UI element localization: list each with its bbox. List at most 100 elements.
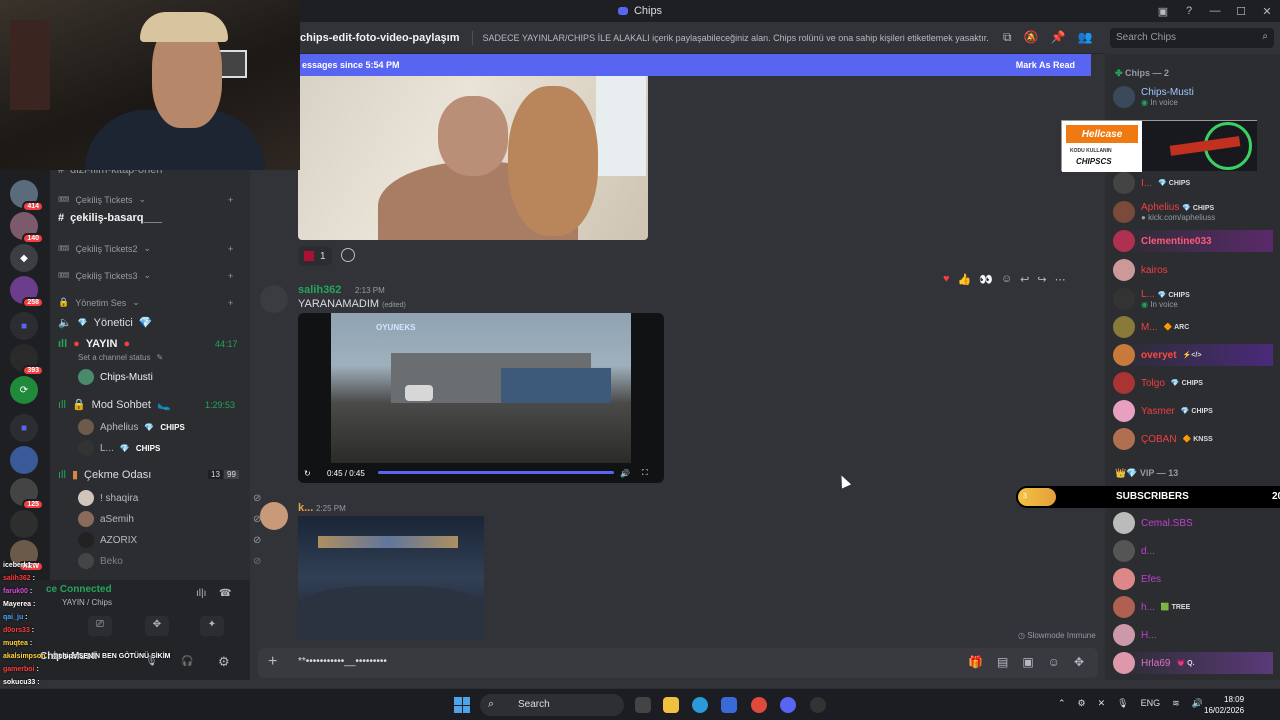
channel-status[interactable]: Set a channel status ✎	[78, 353, 163, 362]
avatar[interactable]	[260, 502, 288, 530]
pin-icon[interactable]: 📌	[1051, 30, 1066, 45]
taskbar-search[interactable]: ⌕ Search	[480, 694, 624, 716]
server-icon[interactable]: 414	[10, 180, 44, 212]
tray-app-icon[interactable]: ⚙	[1078, 698, 1086, 709]
message-image-attachment[interactable]	[298, 76, 648, 240]
close-button[interactable]: ✕	[1254, 5, 1280, 18]
server-icon[interactable]	[10, 446, 38, 474]
member-item[interactable]: L... 💎 CHIPS ◉ In voice	[1113, 288, 1190, 310]
voice-user[interactable]: Aphelius 💎 CHIPS	[78, 419, 185, 435]
language-indicator[interactable]: ENG	[1141, 698, 1161, 709]
channel-item[interactable]: # çekiliş-basarq___	[58, 212, 162, 224]
attach-plus-icon[interactable]: +	[268, 653, 277, 671]
help-icon[interactable]: ?	[1176, 5, 1202, 17]
tray-app-icon[interactable]: 🎙	[1117, 698, 1128, 709]
add-reaction-icon[interactable]	[341, 248, 355, 262]
voice-channel-yayin[interactable]: ıll ● YAYIN ● 44:17	[58, 338, 238, 350]
folder-icon[interactable]: ■	[10, 312, 38, 340]
server-icon[interactable]: ◆	[10, 244, 38, 272]
clock[interactable]: 18:09 16/02/2026	[1204, 694, 1244, 716]
member-item[interactable]: Chips-Musti ◉ In voice	[1113, 86, 1194, 108]
member-item[interactable]: Tolgo 💎 CHIPS	[1113, 372, 1203, 394]
reply-icon[interactable]: ↩	[1020, 273, 1029, 286]
gif-icon[interactable]: ▤	[997, 655, 1008, 669]
member-item[interactable]: M... 🔶 ARC	[1113, 316, 1189, 338]
voice-user[interactable]: AZORIX ⊘	[78, 532, 261, 548]
task-view-icon[interactable]	[635, 697, 651, 713]
folder-icon[interactable]: ■	[10, 414, 38, 442]
settings-gear-icon[interactable]: ⚙	[218, 654, 230, 670]
voice-user[interactable]: Chips-Musti	[78, 369, 153, 385]
heart-reaction-icon[interactable]: ♥	[943, 273, 950, 286]
server-icon[interactable]: ⟳	[10, 376, 38, 404]
member-item[interactable]: ÇOBAN 🔶 KNSS	[1113, 428, 1213, 450]
category-cekilis3[interactable]: 🎟 Çekiliş Tickets3 ⌄ +	[58, 270, 233, 281]
message-image-attachment[interactable]	[298, 516, 484, 640]
server-icon[interactable]	[10, 510, 38, 538]
video-player[interactable]: OYUNEKS ↻ 0:45 / 0:45 🔊 ⛶	[298, 313, 664, 483]
server-icon[interactable]: 393	[10, 344, 44, 376]
voice-channel-yonetici[interactable]: 🔈 💎 Yönetici 💎	[58, 316, 153, 330]
edge-icon[interactable]	[692, 697, 708, 713]
member-item[interactable]: overyet ⚡</>	[1113, 344, 1273, 366]
new-messages-bar[interactable]: essages since 5:54 PM Mark As Read	[300, 54, 1091, 76]
member-item[interactable]: Yasmer 💎 CHIPS	[1113, 400, 1213, 422]
apps-icon[interactable]: ✥	[1074, 655, 1084, 669]
server-icon[interactable]: 258	[10, 276, 44, 308]
notification-bell-icon[interactable]: 🔕	[1024, 30, 1039, 45]
add-reaction-icon[interactable]: ☺	[1001, 273, 1012, 286]
member-item[interactable]: kairos	[1113, 259, 1168, 281]
member-item[interactable]: d...	[1113, 540, 1155, 562]
server-icon[interactable]: 125	[10, 478, 44, 510]
member-item[interactable]: Cemal.SBS	[1113, 512, 1193, 534]
emoji-icon[interactable]: ☺	[1048, 655, 1060, 669]
voice-user[interactable]: ! shaqira ⊘	[78, 490, 261, 506]
wifi-icon[interactable]: ≋	[1172, 698, 1180, 709]
reaction-pill[interactable]: 1	[298, 246, 332, 266]
store-icon[interactable]	[721, 697, 737, 713]
start-button-icon[interactable]	[454, 697, 470, 713]
thumbs-up-icon[interactable]: 👍	[958, 273, 972, 286]
server-icon[interactable]: 140	[10, 212, 44, 244]
member-item[interactable]: Efes	[1113, 568, 1161, 590]
voice-user[interactable]: aSemih ⊘	[78, 511, 261, 527]
channel-topic[interactable]: SADECE YAYINLAR/CHIPS İLE ALAKALI içerik…	[483, 33, 989, 43]
message-composer[interactable]: + **•••••••••••__••••••••• 🎁 ▤ ▣ ☺ ✥	[258, 648, 1098, 678]
threads-icon[interactable]: ⧉	[1003, 30, 1012, 45]
minimize-button[interactable]: —	[1202, 5, 1228, 17]
voice-channel-mod[interactable]: ıll 🔒 Mod Sohbet 🥿 1:29:53	[58, 398, 235, 412]
member-item[interactable]: Aphelius 💎 CHIPS ● kick.com/apheliuss	[1113, 201, 1215, 223]
member-item[interactable]: Clementine033	[1113, 230, 1273, 252]
voice-user[interactable]: L... 💎 CHIPS	[78, 440, 160, 456]
sticker-icon[interactable]: ▣	[1022, 655, 1033, 669]
fullscreen-icon[interactable]: ⛶	[642, 468, 648, 478]
eyes-icon[interactable]: 👀	[979, 273, 993, 286]
member-list-icon[interactable]: 👥	[1077, 30, 1092, 45]
mark-as-read-button[interactable]: Mark As Read	[1016, 60, 1075, 70]
chrome-icon[interactable]	[751, 697, 767, 713]
search-input[interactable]: Search Chips ⌕	[1110, 28, 1274, 48]
message-author[interactable]: salih362	[298, 284, 341, 296]
gift-icon[interactable]: 🎁	[968, 655, 983, 669]
forward-icon[interactable]: ↪	[1037, 273, 1046, 286]
maximize-button[interactable]: ☐	[1228, 5, 1254, 18]
member-item[interactable]: Hrla69 💗 Q.	[1113, 652, 1273, 674]
file-explorer-icon[interactable]	[663, 697, 679, 713]
member-item[interactable]: h... 🟩 TREE	[1113, 596, 1190, 618]
replay-icon[interactable]: ↻	[304, 469, 311, 478]
category-cekilis2[interactable]: 🎟 Çekiliş Tickets2 ⌄ +	[58, 243, 233, 254]
message-author[interactable]: k...	[298, 502, 313, 514]
category-cekilis[interactable]: 🎟 Çekiliş Tickets ⌄ +	[58, 194, 233, 205]
volume-icon[interactable]: 🔊	[620, 469, 630, 478]
discord-taskbar-icon[interactable]	[780, 697, 796, 713]
more-icon[interactable]: ⋯	[1055, 273, 1066, 286]
soundboard-icon[interactable]: ✦	[200, 616, 224, 636]
message-input[interactable]: **•••••••••••__•••••••••	[298, 656, 387, 667]
disconnect-icon[interactable]: ☎	[219, 588, 231, 599]
avatar[interactable]	[260, 285, 288, 313]
chevron-up-icon[interactable]: ⌃	[1058, 698, 1066, 709]
inbox-icon[interactable]: ▣	[1150, 5, 1176, 18]
tray-app-icon[interactable]: ✕	[1098, 698, 1106, 709]
video-progress-bar[interactable]	[378, 471, 614, 474]
volume-icon[interactable]: 🔊	[1192, 698, 1203, 709]
